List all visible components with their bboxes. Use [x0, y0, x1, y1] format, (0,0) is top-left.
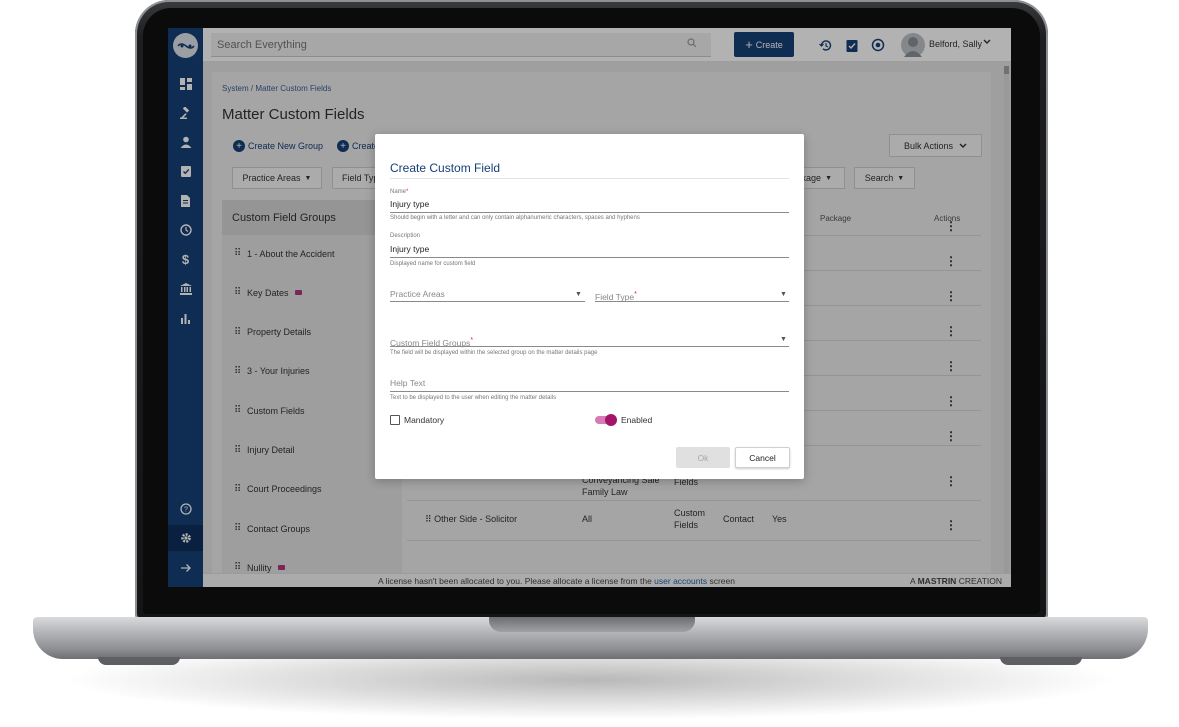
laptop-foot-left: [98, 657, 180, 665]
required-asterisk: *: [406, 189, 409, 195]
name-label-text: Name: [390, 189, 407, 195]
laptop-notch: [489, 617, 695, 632]
mandatory-label[interactable]: Mandatory: [404, 415, 444, 425]
laptop-foot-right: [1000, 657, 1082, 665]
help-text-underline: [390, 391, 789, 392]
help-text-field[interactable]: Help Text: [390, 378, 425, 388]
practice-areas-select[interactable]: Practice Areas: [390, 289, 445, 299]
caret-down-icon[interactable]: ▼: [575, 291, 582, 298]
enabled-label[interactable]: Enabled: [621, 415, 652, 425]
mandatory-checkbox[interactable]: [390, 415, 400, 425]
name-field-hint: Should begin with a letter and can only …: [390, 215, 640, 221]
description-field-label: Description: [390, 233, 421, 239]
practice-areas-underline: [390, 301, 585, 302]
name-field-label: Name*: [390, 189, 408, 195]
caret-down-icon[interactable]: ▼: [780, 336, 787, 343]
toggle-knob: [605, 414, 617, 426]
dialog-title: Create Custom Field: [390, 161, 501, 175]
description-field-hint: Displayed name for custom field: [390, 261, 476, 267]
caret-down-icon[interactable]: ▼: [780, 291, 787, 298]
cancel-button[interactable]: Cancel: [735, 447, 790, 468]
field-type-underline: [595, 301, 789, 302]
required-asterisk: *: [634, 290, 637, 298]
ok-button[interactable]: Ok: [676, 447, 730, 468]
dialog-title-divider: [390, 178, 789, 179]
required-asterisk: *: [470, 336, 474, 344]
name-field[interactable]: Injury type: [390, 199, 429, 209]
name-field-underline: [390, 212, 789, 213]
enabled-toggle[interactable]: [595, 414, 617, 426]
custom-field-groups-hint: The field will be displayed within the s…: [390, 350, 598, 356]
custom-field-groups-underline: [390, 346, 789, 347]
app-screen: $ ? + Create: [168, 28, 1011, 587]
description-field-underline: [390, 257, 789, 258]
description-field[interactable]: Injury type: [390, 244, 429, 254]
help-text-hint: Text to be displayed to the user when ed…: [390, 395, 557, 401]
create-custom-field-dialog: Create Custom Field Name* Injury type Sh…: [375, 134, 804, 479]
